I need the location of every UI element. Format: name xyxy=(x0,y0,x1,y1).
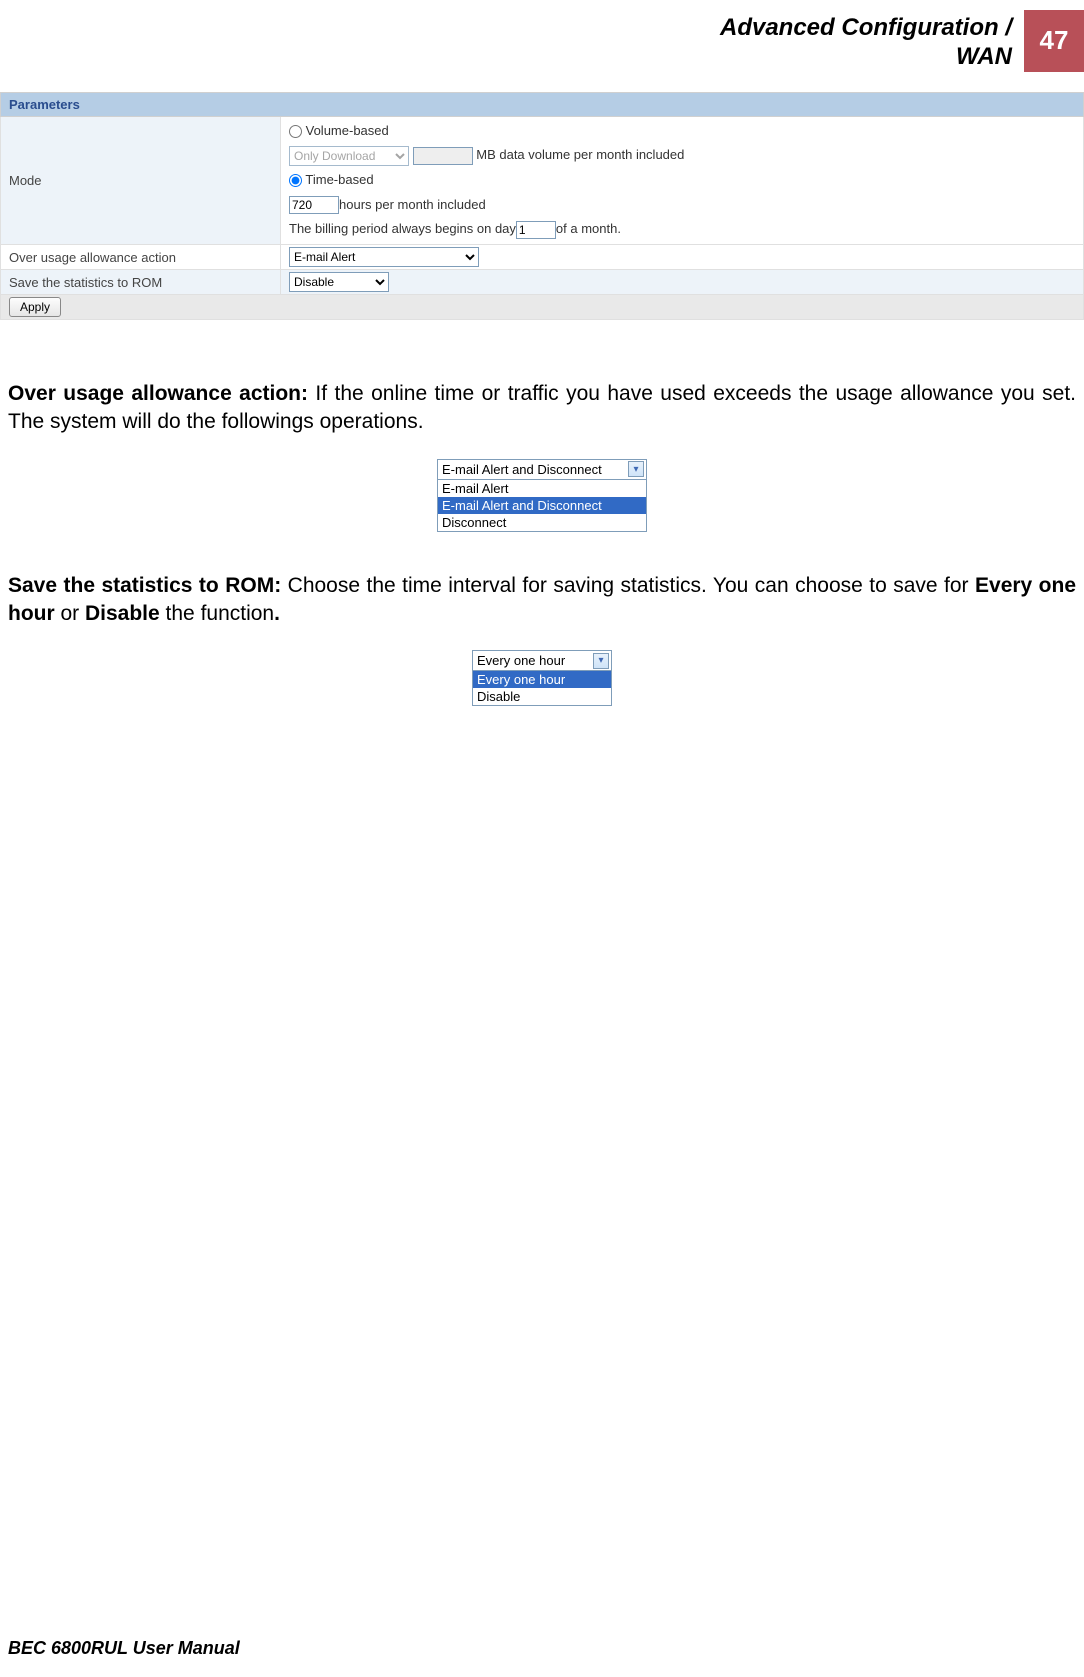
save-stats-desc-title: Save the statistics to ROM: xyxy=(8,574,281,597)
footer-text: BEC 6800RUL User Manual xyxy=(8,1638,240,1659)
header-title: Advanced Configuration / WAN xyxy=(720,10,1024,72)
hours-suffix: hours per month included xyxy=(339,197,486,212)
save-stats-dropdown-selected[interactable]: Every one hour ▾ xyxy=(473,651,611,671)
over-usage-desc-title: Over usage allowance action: xyxy=(8,382,308,405)
time-based-label: Time-based xyxy=(305,172,373,187)
mode-label: Mode xyxy=(1,116,281,244)
billing-day-input[interactable] xyxy=(516,221,556,239)
header-title-line2: WAN xyxy=(956,43,1012,70)
over-usage-selected-text: E-mail Alert and Disconnect xyxy=(442,462,602,477)
time-based-radio[interactable] xyxy=(289,174,302,187)
save-stats-description: Save the statistics to ROM: Choose the t… xyxy=(8,572,1076,629)
save-stats-select[interactable]: Disable xyxy=(289,272,389,292)
save-stats-desc-mid3: the function xyxy=(160,602,274,625)
over-usage-dropdown-figure: E-mail Alert and Disconnect ▾ E-mail Ale… xyxy=(437,459,647,532)
download-type-select[interactable]: Only Download xyxy=(289,146,409,166)
chevron-down-icon: ▾ xyxy=(593,653,609,669)
volume-based-radio[interactable] xyxy=(289,125,302,138)
page-header: Advanced Configuration / WAN 47 xyxy=(0,0,1084,72)
page-number-badge: 47 xyxy=(1024,10,1084,72)
parameters-header: Parameters xyxy=(1,92,1084,116)
over-usage-option-2[interactable]: Disconnect xyxy=(438,514,646,531)
save-stats-dropdown-figure: Every one hour ▾ Every one hour Disable xyxy=(472,650,612,706)
billing-prefix: The billing period always begins on day xyxy=(289,221,516,236)
save-stats-label: Save the statistics to ROM xyxy=(1,270,281,295)
parameters-table: Parameters Mode Volume-based Only Downlo… xyxy=(0,92,1084,320)
hours-input[interactable] xyxy=(289,196,339,214)
save-stats-selected-text: Every one hour xyxy=(477,653,565,668)
header-title-line1: Advanced Configuration / xyxy=(720,14,1012,41)
over-usage-dropdown-selected[interactable]: E-mail Alert and Disconnect ▾ xyxy=(438,460,646,480)
over-usage-option-1[interactable]: E-mail Alert and Disconnect xyxy=(438,497,646,514)
over-usage-description: Over usage allowance action: If the onli… xyxy=(8,380,1076,437)
over-usage-select[interactable]: E-mail Alert xyxy=(289,247,479,267)
over-usage-label: Over usage allowance action xyxy=(1,245,281,270)
mode-cell: Volume-based Only Download MB data volum… xyxy=(281,116,1084,244)
mb-suffix: MB data volume per month included xyxy=(476,147,684,162)
save-stats-desc-bold3: Disable xyxy=(85,602,160,625)
apply-button[interactable]: Apply xyxy=(9,297,61,317)
chevron-down-icon: ▾ xyxy=(628,461,644,477)
mb-volume-input[interactable] xyxy=(413,147,473,165)
volume-based-label: Volume-based xyxy=(306,123,389,138)
over-usage-cell: E-mail Alert xyxy=(281,245,1084,270)
over-usage-option-0[interactable]: E-mail Alert xyxy=(438,480,646,497)
save-stats-desc-bold4: . xyxy=(274,602,280,625)
save-stats-desc-mid1: Choose the time interval for saving stat… xyxy=(281,574,975,597)
save-stats-option-0[interactable]: Every one hour xyxy=(473,671,611,688)
save-stats-desc-mid2: or xyxy=(55,602,85,625)
save-stats-option-1[interactable]: Disable xyxy=(473,688,611,705)
billing-suffix: of a month. xyxy=(556,221,621,236)
save-stats-cell: Disable xyxy=(281,270,1084,295)
